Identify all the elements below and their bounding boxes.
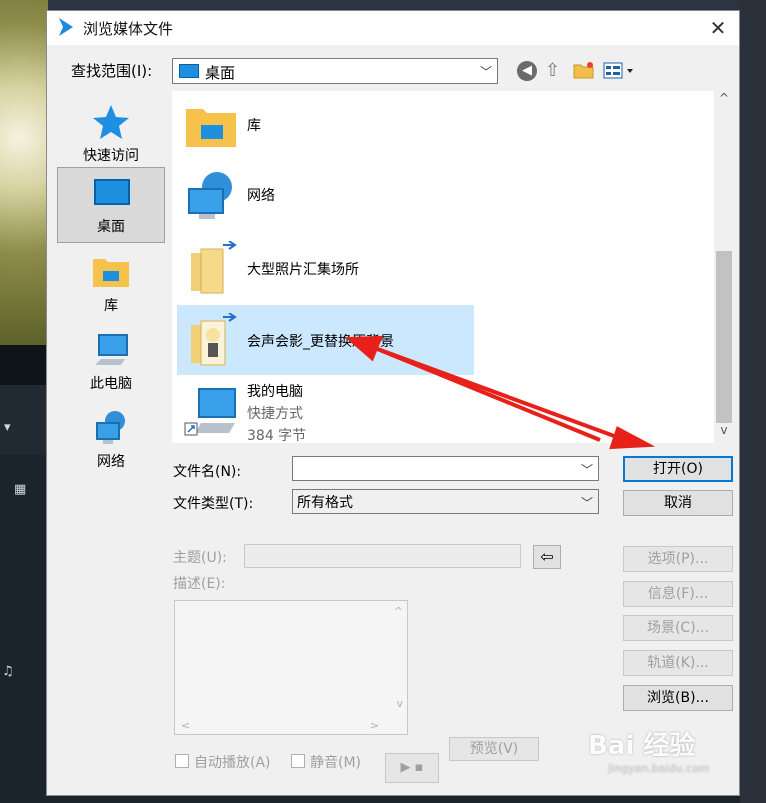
place-desktop[interactable]: 桌面 bbox=[57, 167, 165, 243]
library-folder-icon bbox=[186, 109, 236, 147]
chevron-up-icon: ^ bbox=[393, 605, 403, 618]
place-library[interactable]: 库 bbox=[57, 247, 165, 323]
filetype-dropdown[interactable]: 所有格式 ﹀ bbox=[292, 489, 599, 514]
shortcut-computer-icon bbox=[184, 388, 236, 436]
up-folder-icon[interactable]: ⇧ bbox=[545, 60, 560, 81]
info-button[interactable]: 信息(F)... bbox=[623, 581, 733, 607]
scroll-thumb[interactable] bbox=[716, 251, 732, 423]
desktop-icon bbox=[94, 179, 130, 205]
browse-button[interactable]: 浏览(B)... bbox=[623, 685, 733, 711]
file-type: 快捷方式 bbox=[247, 406, 303, 422]
options-button[interactable]: 选项(P)... bbox=[623, 546, 733, 572]
scene-button[interactable]: 场景(C)... bbox=[623, 615, 733, 641]
chevron-left-icon: < bbox=[181, 719, 191, 732]
star-icon bbox=[93, 105, 129, 139]
browse-media-dialog: 浏览媒体文件 ✕ 查找范围(I): 桌面 ﹀ ◀ ⇧ 快速访问 桌面 库 此电脑… bbox=[46, 10, 740, 796]
place-label: 网络 bbox=[97, 454, 125, 470]
file-list-scrollbar[interactable]: ^ v bbox=[714, 91, 734, 443]
file-name: 网络 bbox=[247, 188, 275, 204]
description-label: 描述(E): bbox=[173, 576, 226, 592]
file-size: 384 字节 bbox=[247, 428, 307, 444]
file-item[interactable]: 网络 bbox=[177, 161, 474, 231]
autoplay-checkbox[interactable] bbox=[175, 754, 189, 768]
app-logo-icon bbox=[59, 18, 73, 36]
chevron-down-icon: ﹀ bbox=[479, 65, 492, 79]
chevron-down-icon: ﹀ bbox=[580, 496, 593, 510]
background-top-strip bbox=[0, 0, 766, 10]
place-label: 库 bbox=[104, 298, 118, 314]
subject-label: 主题(U): bbox=[173, 550, 227, 566]
library-folder-icon bbox=[93, 259, 129, 287]
filetype-value: 所有格式 bbox=[297, 495, 353, 511]
filetype-label: 文件类型(T): bbox=[173, 496, 254, 512]
look-in-value: 桌面 bbox=[205, 64, 236, 82]
look-in-label: 查找范围(I): bbox=[71, 62, 153, 80]
chevron-down-icon: v bbox=[396, 697, 403, 710]
chevron-down-icon: ﹀ bbox=[580, 463, 593, 477]
file-item[interactable]: 会声会影_更替换原背景 bbox=[177, 305, 474, 375]
subject-field[interactable] bbox=[244, 544, 521, 568]
open-button[interactable]: 打开(O) bbox=[623, 456, 733, 482]
file-item[interactable]: 库 bbox=[177, 91, 474, 161]
back-icon[interactable]: ◀ bbox=[517, 61, 537, 81]
description-field[interactable]: ^ v < > bbox=[174, 600, 408, 735]
background-music-icon: ♫ bbox=[2, 664, 14, 679]
shared-folder-icon bbox=[191, 241, 237, 294]
preview-button[interactable]: 预览(V) bbox=[449, 737, 539, 761]
filename-label: 文件名(N): bbox=[173, 464, 242, 480]
play-icon[interactable]: ▶ ▪ bbox=[385, 753, 439, 783]
view-menu-icon[interactable] bbox=[603, 61, 637, 81]
background-photo-preview bbox=[0, 0, 48, 345]
file-list: 库 网络 大型照片汇集场所 会声会影_更替换原背景 我的电脑 快捷方式 384 … bbox=[172, 91, 714, 445]
place-quick-access[interactable]: 快速访问 bbox=[57, 97, 165, 173]
shared-folder-icon bbox=[191, 313, 237, 366]
mute-label: 静音(M) bbox=[310, 755, 362, 771]
place-label: 快速访问 bbox=[83, 148, 139, 164]
autoplay-label: 自动播放(A) bbox=[194, 755, 271, 771]
dialog-title: 浏览媒体文件 bbox=[83, 20, 174, 38]
background-panel bbox=[0, 345, 48, 385]
chevron-right-icon: > bbox=[369, 719, 379, 732]
file-name: 大型照片汇集场所 bbox=[247, 262, 359, 278]
track-button[interactable]: 轨道(K)... bbox=[623, 650, 733, 676]
title-bar: 浏览媒体文件 ✕ bbox=[47, 11, 739, 45]
network-icon bbox=[188, 172, 232, 219]
watermark-logo: Bai 经验 bbox=[588, 731, 696, 761]
place-label: 桌面 bbox=[97, 219, 125, 235]
places-sidebar: 快速访问 桌面 库 此电脑 网络 bbox=[47, 91, 171, 537]
place-this-pc[interactable]: 此电脑 bbox=[57, 325, 165, 401]
background-right-panel bbox=[740, 0, 766, 803]
file-item[interactable]: 大型照片汇集场所 bbox=[177, 233, 474, 303]
new-folder-icon[interactable] bbox=[573, 61, 595, 79]
arrow-left-icon[interactable]: ⇦ bbox=[533, 545, 561, 569]
desktop-icon bbox=[179, 64, 199, 78]
computer-icon bbox=[95, 334, 128, 365]
file-item[interactable]: 我的电脑 快捷方式 384 字节 bbox=[177, 375, 474, 445]
scroll-down-icon[interactable]: v bbox=[714, 423, 734, 443]
file-name: 我的电脑 bbox=[247, 384, 303, 400]
background-dropdown-icon: ▾ bbox=[4, 420, 11, 435]
file-name: 库 bbox=[247, 118, 261, 134]
place-label: 此电脑 bbox=[90, 376, 132, 392]
close-icon[interactable]: ✕ bbox=[705, 15, 731, 41]
look-in-dropdown[interactable]: 桌面 ﹀ bbox=[172, 58, 498, 84]
background-film-icon: ▦ bbox=[14, 482, 27, 497]
place-network[interactable]: 网络 bbox=[57, 403, 165, 479]
mute-checkbox[interactable] bbox=[291, 754, 305, 768]
network-icon bbox=[96, 411, 125, 444]
scroll-up-icon[interactable]: ^ bbox=[714, 91, 734, 111]
file-name: 会声会影_更替换原背景 bbox=[247, 334, 394, 350]
watermark: Bai 经验 jingyan.baidu.com bbox=[588, 725, 738, 775]
watermark-url: jingyan.baidu.com bbox=[608, 762, 710, 775]
filename-field[interactable]: ﹀ bbox=[292, 456, 599, 481]
cancel-button[interactable]: 取消 bbox=[623, 490, 733, 516]
